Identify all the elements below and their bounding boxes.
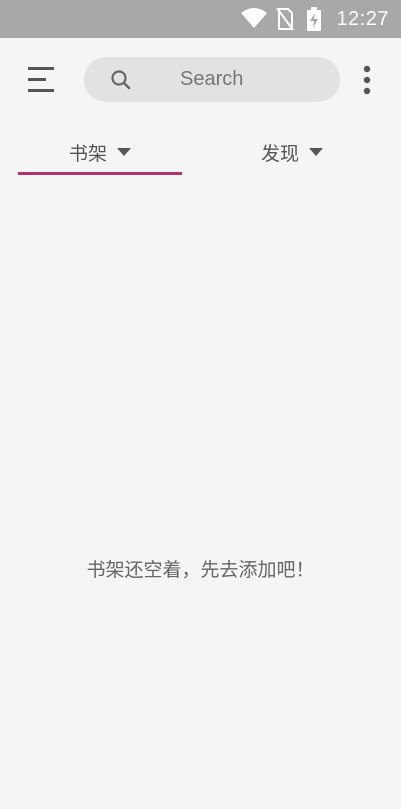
menu-button[interactable] [22,61,60,99]
more-vert-icon [363,65,371,95]
no-sim-icon [276,7,294,35]
caret-down-icon [309,147,323,156]
status-bar: 12:27 [0,0,401,38]
wifi-icon [240,7,268,33]
tab-bookshelf-label: 书架 [68,142,107,165]
search-icon [110,69,132,91]
status-time: 12:27 [336,8,389,30]
menu-icon [28,67,54,92]
caret-down-icon [117,147,131,156]
search-bar[interactable]: Search [84,57,340,102]
search-placeholder: Search [180,68,244,90]
tab-discover-label: 发现 [260,142,299,165]
tab-bookshelf[interactable]: 书架 [18,128,182,176]
app-bar: Search [0,38,401,124]
tab-discover[interactable]: 发现 [210,128,374,176]
more-options-button[interactable] [355,64,379,98]
empty-state-message: 书架还空着，先去添加吧！ [86,559,315,581]
battery-charging-icon [306,7,322,35]
tab-indicator [18,172,182,175]
tab-bar: 书架 发现 [0,128,401,178]
